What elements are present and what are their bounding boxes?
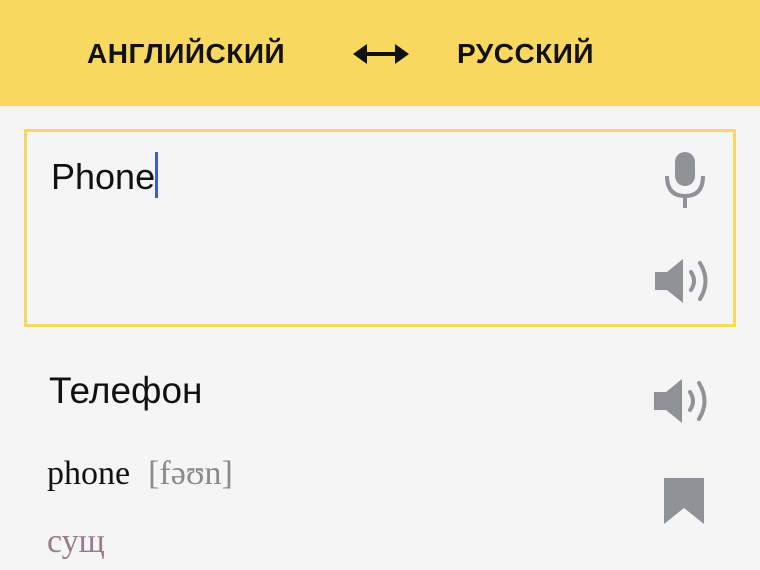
transcription: [fəʊn] [148, 455, 233, 492]
translation-text[interactable]: Телефон [49, 366, 203, 416]
source-text-box[interactable]: Phone [24, 129, 736, 327]
text-caret [155, 152, 159, 198]
swap-arrows-icon[interactable] [353, 40, 409, 68]
dictionary-word: phone [47, 455, 131, 492]
target-language-button[interactable]: РУССКИЙ [457, 36, 594, 72]
speaker-icon[interactable] [655, 256, 713, 306]
part-of-speech: сущ [47, 523, 105, 560]
source-text-field[interactable]: Phone [51, 152, 159, 201]
dictionary-entry: phone [fəʊn] [47, 452, 233, 496]
bookmark-icon[interactable] [664, 478, 704, 524]
language-bar: АНГЛИЙСКИЙ РУССКИЙ [0, 0, 760, 106]
source-text-value: Phone [51, 156, 156, 197]
source-language-button[interactable]: АНГЛИЙСКИЙ [87, 36, 285, 72]
translation-speaker-icon[interactable] [654, 376, 712, 426]
microphone-icon[interactable] [663, 152, 707, 208]
